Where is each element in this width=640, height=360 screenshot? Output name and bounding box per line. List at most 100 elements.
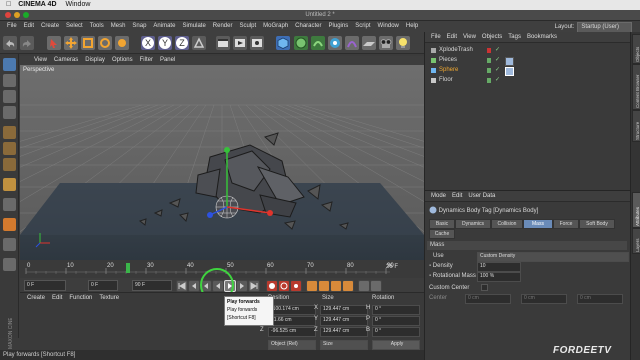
subdivision-surface-icon[interactable] [294,36,308,50]
material-menu-texture[interactable]: Texture [99,295,119,301]
viewport-menu-display[interactable]: Display [85,57,105,63]
app-menu[interactable]: CINEMA 4D [18,1,56,8]
rotation-key-button[interactable] [330,280,342,292]
size-x-field[interactable]: 129.447 cm [320,305,368,315]
custom-center-checkbox[interactable] [481,284,488,291]
tab-soft-body[interactable]: Soft Body [579,219,615,229]
tab-mass[interactable]: Mass [523,219,553,229]
object-menu-file[interactable]: File [431,34,441,40]
coord-mode-dropdown[interactable]: Object (Rel) [268,340,316,350]
select-tool-icon[interactable] [47,36,61,50]
center-x-field[interactable]: 0 cm [465,294,511,304]
enable-checkmark-icon[interactable]: ✓ [495,46,500,55]
menu-script[interactable]: Script [355,21,370,32]
go-to-start-button[interactable] [176,280,188,292]
menu-sculpt[interactable]: Sculpt [239,21,256,32]
dynamics-tag-icon[interactable] [505,57,514,66]
position-z-field[interactable]: -96.525 cm [268,327,316,337]
apple-menu[interactable]:  [6,1,11,8]
menu-snap[interactable]: Snap [132,21,146,32]
menu-plugins[interactable]: Plugins [329,21,349,32]
menu-edit[interactable]: Edit [24,21,34,32]
z-axis-lock-icon[interactable]: Z [175,36,189,50]
scale-key-button[interactable] [318,280,330,292]
viewport-menu-cameras[interactable]: Cameras [54,57,78,63]
menu-simulate[interactable]: Simulate [182,21,205,32]
material-menu-edit[interactable]: Edit [52,295,62,301]
autokeying-button[interactable] [278,280,290,292]
menu-mograph[interactable]: MoGraph [263,21,288,32]
perspective-viewport[interactable]: Perspective [20,65,424,260]
y-axis-lock-icon[interactable]: Y [158,36,172,50]
density-field[interactable]: 10 [477,262,521,272]
window-menu[interactable]: Window [66,1,91,8]
visibility-dots[interactable] [487,78,491,83]
point-level-animation-button[interactable] [358,280,370,292]
workplane-mode-icon[interactable] [3,106,16,119]
object-menu-view[interactable]: View [463,34,476,40]
menu-select[interactable]: Select [66,21,83,32]
array-icon[interactable] [311,36,325,50]
visibility-dots[interactable] [487,68,491,73]
center-y-field[interactable]: 0 cm [521,294,567,304]
magnet-icon[interactable] [3,218,16,231]
menu-animate[interactable]: Animate [153,21,175,32]
keyframe-selection-button[interactable] [290,280,302,292]
use-dropdown[interactable]: Custom Density [477,252,629,262]
next-frame-button[interactable] [236,280,248,292]
model-mode-icon[interactable] [3,74,16,87]
cube-object-icon[interactable] [276,36,290,50]
center-z-field[interactable]: 0 cm [577,294,623,304]
apply-button[interactable]: Apply [372,340,420,350]
polygons-mode-icon[interactable] [3,158,16,171]
enable-snap-icon[interactable] [3,238,16,251]
render-picture-viewer-icon[interactable] [233,36,247,50]
move-tool-icon[interactable] [64,36,78,50]
tab-dynamics[interactable]: Dynamics [455,219,491,229]
generator-icon[interactable] [328,36,342,50]
redo-button[interactable] [20,36,34,50]
rotational-mass-field[interactable]: 100 % [477,272,521,282]
attribute-menu-mode[interactable]: Mode [431,193,446,199]
menu-tools[interactable]: Tools [90,21,104,32]
undo-button[interactable] [3,36,17,50]
record-keys-button[interactable] [266,280,278,292]
object-menu-edit[interactable]: Edit [447,34,457,40]
menu-help[interactable]: Help [406,21,418,32]
recent-tool-icon[interactable] [115,36,129,50]
rotate-tool-icon[interactable] [98,36,112,50]
coordinate-system-icon[interactable] [192,36,206,50]
menu-character[interactable]: Character [295,21,321,32]
rotation-h-field[interactable]: 0 ° [372,305,420,315]
object-menu-objects[interactable]: Objects [482,34,502,40]
attributes-tab[interactable]: Attributes [632,192,640,228]
axis-mode-icon[interactable] [3,178,16,191]
menu-render[interactable]: Render [213,21,233,32]
end-frame-field[interactable]: 90 F [132,280,172,291]
material-menu-create[interactable]: Create [27,295,45,301]
dynamics-tag-icon[interactable] [505,67,514,76]
viewport-menu-view[interactable]: View [34,57,47,63]
floor-object-icon[interactable] [362,36,376,50]
current-frame-field[interactable]: 0 F [24,280,66,291]
material-menu-function[interactable]: Function [69,295,92,301]
scale-tool-icon[interactable] [81,36,95,50]
render-view-icon[interactable] [216,36,230,50]
visibility-dots[interactable] [487,58,491,63]
render-settings-icon[interactable] [250,36,264,50]
viewport-menu-panel[interactable]: Panel [160,57,175,63]
object-row[interactable]: Floor ✓ [429,76,625,85]
camera-icon[interactable] [379,36,393,50]
tweak-mode-icon[interactable] [3,198,16,211]
menu-window[interactable]: Window [378,21,399,32]
viewport-menu-filter[interactable]: Filter [140,57,153,63]
timeline-menu-button[interactable] [370,280,382,292]
rotation-b-field[interactable]: 0 ° [372,327,420,337]
size-mode-dropdown[interactable]: Size [320,340,368,350]
edges-mode-icon[interactable] [3,142,16,155]
tab-force[interactable]: Force [553,219,579,229]
tab-cache[interactable]: Cache [429,229,455,239]
content-browser-tab[interactable]: Content Browser [632,64,640,110]
texture-mode-icon[interactable] [3,90,16,103]
enable-checkmark-icon[interactable]: ✓ [495,66,500,75]
